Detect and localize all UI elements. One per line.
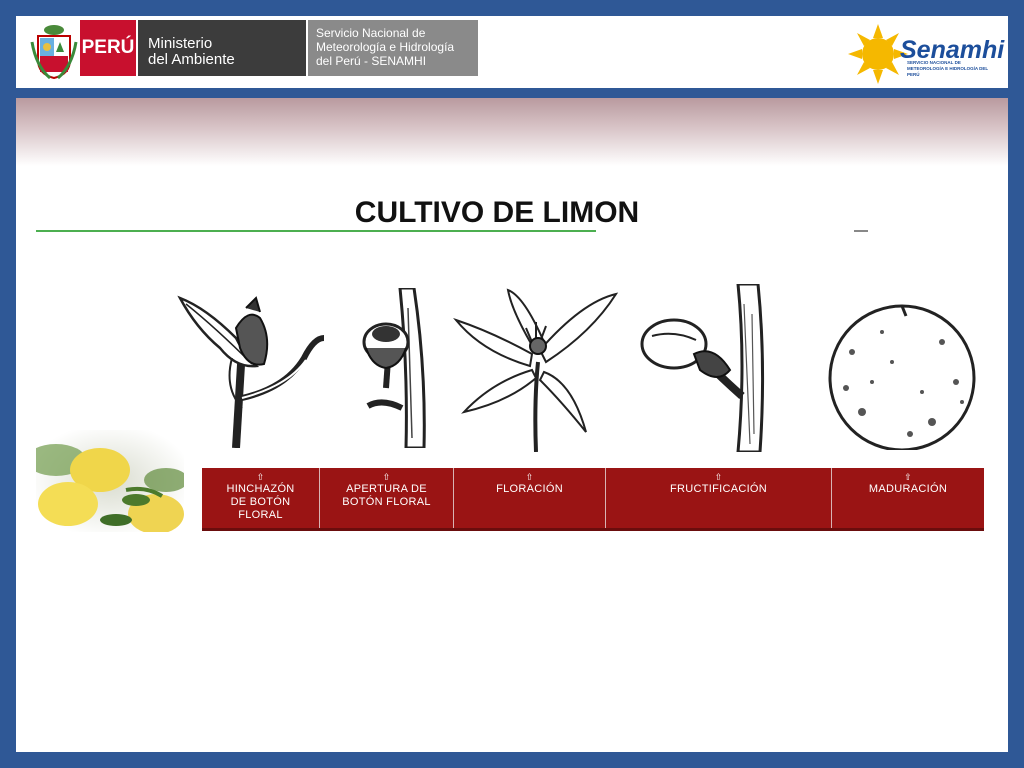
- up-arrow-icon: ⇧: [525, 472, 534, 482]
- stage-fruiting: ⇧ FRUCTIFICACIÓN: [606, 468, 832, 528]
- ministry-name: Ministerio del Ambiente: [138, 20, 306, 76]
- service-name: Servicio Nacional de Meteorología e Hidr…: [308, 20, 478, 76]
- title-accent: [854, 230, 868, 232]
- slide-title: CULTIVO DE LIMON: [354, 196, 640, 229]
- stage-label-line: HINCHAZÓN: [226, 483, 295, 495]
- stage-flowering: ⇧ FLORACIÓN: [454, 468, 606, 528]
- service-line-1: Servicio Nacional de: [316, 26, 426, 40]
- ripe-fruit-drawing: [828, 304, 976, 450]
- header-divider: [16, 88, 1008, 98]
- stage-label-line: FLORAL: [238, 509, 283, 521]
- lemon-fruits-image: [36, 444, 184, 532]
- stage-ripening: ⇧ MADURACIÓN: [832, 468, 984, 528]
- service-line-3: del Perú - SENAMHI: [316, 54, 427, 68]
- up-arrow-icon: ⇧: [382, 472, 391, 482]
- stage-label-line: MADURACIÓN: [868, 483, 948, 495]
- stage-bud-opening: ⇧ APERTURA DE BOTÓN FLORAL: [320, 468, 454, 528]
- up-arrow-icon: ⇧: [714, 472, 723, 482]
- stage-label-line: APERTURA DE: [346, 483, 427, 495]
- stage-bud-swelling: ⇧ HINCHAZÓN DE BOTÓN FLORAL: [202, 468, 320, 528]
- gradient-band: [16, 98, 1008, 166]
- stage-label-line: DE BOTÓN: [230, 496, 291, 508]
- service-line-2: Meteorología e Hidrología: [316, 40, 455, 54]
- flower-bud-opening-drawing: [362, 288, 426, 448]
- up-arrow-icon: ⇧: [904, 472, 912, 482]
- peru-label: PERÚ: [80, 20, 136, 76]
- peru-coat-of-arms-icon: [30, 25, 78, 80]
- header: PERÚ Ministerio del Ambiente Servicio Na…: [16, 16, 1008, 88]
- phenology-stage-bar: ⇧ HINCHAZÓN DE BOTÓN FLORAL ⇧ APERTURA D…: [202, 468, 984, 531]
- stage-label-line: FRUCTIFICACIÓN: [669, 483, 768, 495]
- stage-label-line: FLORACIÓN: [496, 483, 563, 495]
- senamhi-logo-subtitle: SERVICIO NACIONAL DE METEOROLOGÍA E HIDR…: [907, 60, 989, 77]
- lemon-photo: [36, 430, 184, 532]
- flower-bud-swelling-drawing: [177, 295, 325, 448]
- title-underline: [36, 230, 596, 232]
- up-arrow-icon: ⇧: [256, 472, 265, 482]
- fruiting-drawing: [640, 284, 765, 452]
- stage-label-line: BOTÓN FLORAL: [342, 496, 431, 508]
- ministry-line-1: Ministerio: [148, 35, 213, 52]
- flowering-drawing: [453, 288, 619, 452]
- ministry-line-2: del Ambiente: [148, 51, 235, 68]
- slide: PERÚ Ministerio del Ambiente Servicio Na…: [16, 16, 1008, 752]
